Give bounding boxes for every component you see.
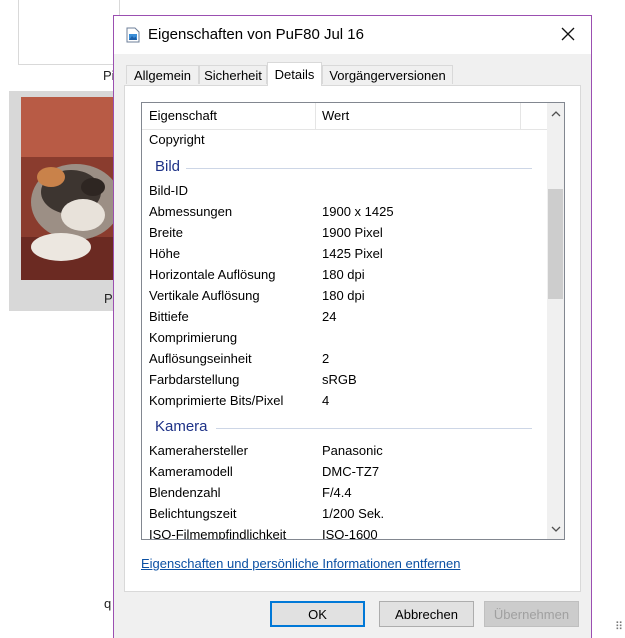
column-header-value[interactable]: Wert — [322, 103, 349, 129]
property-name: Abmessungen — [149, 204, 233, 219]
remove-properties-link[interactable]: Eigenschaften und persönliche Informatio… — [141, 556, 460, 571]
chevron-up-icon — [551, 110, 560, 116]
property-value: 24 — [322, 309, 337, 324]
property-list[interactable]: Eigenschaft Wert Copyright Bild Bild-ID — [141, 102, 565, 540]
group-divider — [186, 168, 532, 169]
property-value: 1900 Pixel — [322, 225, 383, 240]
table-row[interactable]: Kameramodell DMC-TZ7 — [142, 462, 547, 483]
column-divider[interactable] — [315, 103, 316, 129]
details-panel: Eigenschaft Wert Copyright Bild Bild-ID — [124, 85, 581, 592]
property-value: F/4.4 — [322, 485, 352, 500]
table-row[interactable]: Breite 1900 Pixel — [142, 223, 547, 244]
property-name: Copyright — [149, 132, 205, 147]
property-value: Panasonic — [322, 443, 383, 458]
property-value: DMC-TZ7 — [322, 464, 380, 479]
property-value: 1/200 Sek. — [322, 506, 385, 521]
property-value: 1900 x 1425 — [322, 204, 394, 219]
dialog-title: Eigenschaften von PuF80 Jul 16 — [148, 26, 364, 43]
property-value: 180 dpi — [322, 267, 365, 282]
resize-grip-icon: ⠿ — [615, 621, 624, 633]
tab-details[interactable]: Details — [267, 62, 322, 86]
apply-button[interactable]: Übernehmen — [484, 601, 579, 627]
property-name: ISO-Filmempfindlichkeit — [149, 527, 287, 539]
table-row[interactable]: Komprimierung — [142, 328, 547, 349]
property-value: sRGB — [322, 372, 357, 387]
file-tile[interactable] — [18, 0, 120, 65]
group-label: Kamera — [155, 418, 208, 435]
scroll-down-button[interactable] — [547, 520, 564, 537]
scroll-up-button[interactable] — [547, 105, 564, 122]
property-name: Bild-ID — [149, 183, 189, 198]
table-row[interactable]: Blendenzahl F/4.4 — [142, 483, 547, 504]
column-divider[interactable] — [520, 103, 521, 129]
property-name: Auflösungseinheit — [149, 351, 252, 366]
vertical-scrollbar[interactable] — [547, 103, 564, 539]
property-value: 4 — [322, 393, 330, 408]
cat-photo-thumbnail — [21, 97, 116, 280]
file-label: P — [104, 291, 113, 306]
table-row[interactable]: Abmessungen 1900 x 1425 — [142, 202, 547, 223]
tab-sicherheit[interactable]: Sicherheit — [199, 65, 267, 84]
property-name: Blendenzahl — [149, 485, 221, 500]
table-row[interactable]: ISO-Filmempfindlichkeit ISO-1600 — [142, 525, 547, 539]
table-row[interactable]: Auflösungseinheit 2 — [142, 349, 547, 370]
property-name: Komprimierte Bits/Pixel — [149, 393, 284, 408]
close-button[interactable] — [545, 16, 591, 52]
scroll-thumb[interactable] — [548, 189, 563, 299]
table-row[interactable]: Komprimierte Bits/Pixel 4 — [142, 391, 547, 412]
group-label: Bild — [155, 158, 181, 175]
property-name: Kameramodell — [149, 464, 233, 479]
table-row[interactable]: Copyright — [142, 130, 547, 151]
properties-dialog: Eigenschaften von PuF80 Jul 16 Allgemein… — [113, 15, 592, 638]
table-row[interactable]: Farbdarstellung sRGB — [142, 370, 547, 391]
property-name: Farbdarstellung — [149, 372, 240, 387]
tab-vorgaengerversionen[interactable]: Vorgängerversionen — [322, 65, 453, 84]
property-name: Höhe — [149, 246, 181, 261]
list-header: Eigenschaft Wert — [142, 103, 547, 130]
property-value: 180 dpi — [322, 288, 365, 303]
property-name: Bittiefe — [149, 309, 189, 324]
property-name: Belichtungszeit — [149, 506, 237, 521]
property-name: Horizontale Auflösung — [149, 267, 276, 282]
title-bar[interactable]: Eigenschaften von PuF80 Jul 16 — [114, 16, 591, 54]
group-header-bild: Bild — [142, 157, 547, 179]
table-row[interactable]: Belichtungszeit 1/200 Sek. — [142, 504, 547, 525]
table-row[interactable]: Horizontale Auflösung 180 dpi — [142, 265, 547, 286]
group-divider — [216, 428, 532, 429]
table-row[interactable]: Höhe 1425 Pixel — [142, 244, 547, 265]
property-name: Breite — [149, 225, 183, 240]
tab-strip: Allgemein Sicherheit Details Vorgängerve… — [124, 62, 581, 86]
chevron-down-icon — [551, 526, 560, 532]
column-header-property[interactable]: Eigenschaft — [149, 103, 217, 129]
property-value: 2 — [322, 351, 330, 366]
file-label: q — [104, 596, 112, 611]
property-value: 1425 Pixel — [322, 246, 383, 261]
ok-button[interactable]: OK — [270, 601, 365, 627]
property-name: Kamerahersteller — [149, 443, 248, 458]
property-name: Vertikale Auflösung — [149, 288, 260, 303]
tab-allgemein[interactable]: Allgemein — [126, 65, 199, 84]
group-header-kamera: Kamera — [142, 417, 547, 439]
table-row[interactable]: Kamerahersteller Panasonic — [142, 441, 547, 462]
table-row[interactable]: Bittiefe 24 — [142, 307, 547, 328]
property-name: Komprimierung — [149, 330, 238, 345]
table-row[interactable]: Bild-ID — [142, 181, 547, 202]
list-body: Copyright Bild Bild-ID Abmessungen 1900 … — [142, 129, 547, 539]
cancel-button[interactable]: Abbrechen — [379, 601, 474, 627]
table-row[interactable]: Vertikale Auflösung 180 dpi — [142, 286, 547, 307]
property-value: ISO-1600 — [322, 527, 378, 539]
close-icon — [561, 27, 575, 41]
image-file-icon — [126, 27, 140, 43]
